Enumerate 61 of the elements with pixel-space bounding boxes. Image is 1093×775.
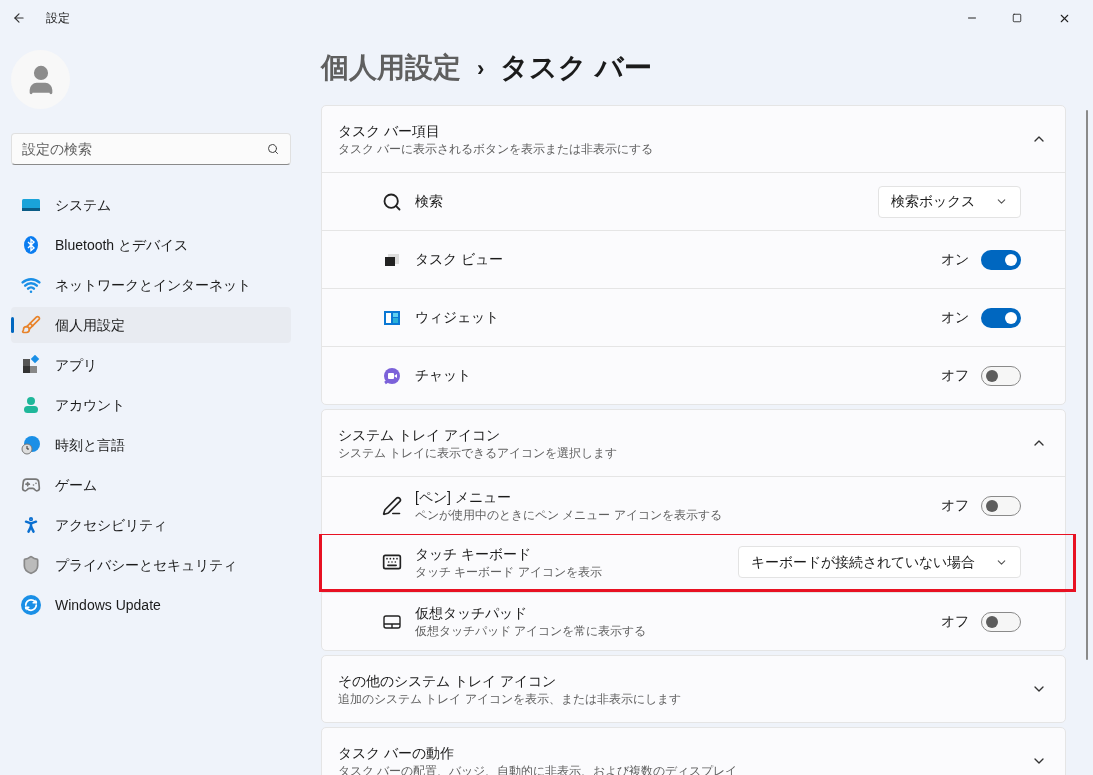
shield-icon	[21, 555, 41, 575]
setting-description: ペンが使用中のときにペン メニュー アイコンを表示する	[415, 507, 723, 523]
toggle-state-label: オフ	[941, 366, 969, 385]
search-icon	[267, 143, 279, 155]
chat-icon	[382, 365, 402, 386]
section-title: タスク バー項目	[338, 121, 441, 141]
breadcrumb-separator: ›	[477, 54, 485, 83]
breadcrumb-parent[interactable]: 個人用設定	[321, 47, 461, 89]
nav-item[interactable]: 個人用設定	[11, 307, 291, 343]
apps-icon	[21, 355, 41, 375]
keyboard-icon	[382, 552, 402, 572]
nav-item[interactable]: 時刻と言語	[11, 427, 291, 463]
update-icon	[21, 595, 41, 615]
page-title: タスク バー	[500, 51, 653, 85]
toggle-switch[interactable]	[981, 365, 1021, 386]
toggle-state-label: オン	[941, 250, 969, 269]
setting-label: タッチ キーボード	[415, 544, 532, 564]
nav-item[interactable]: システム	[11, 187, 291, 223]
nav-item[interactable]: ネットワークとインターネット	[11, 267, 291, 303]
toggle-switch[interactable]	[981, 495, 1021, 516]
toggle-switch[interactable]	[981, 611, 1021, 632]
nav-item[interactable]: アクセシビリティ	[11, 507, 291, 543]
nav-item[interactable]: Windows Update	[11, 587, 291, 623]
setting-label: 仮想タッチパッド	[415, 604, 528, 623]
setting-description: 仮想タッチパッド アイコンを常に表示する	[415, 623, 648, 639]
toggle-state-label: オン	[941, 308, 969, 327]
search-field[interactable]: 設定の検索	[11, 133, 291, 165]
dropdown[interactable]: キーボードが接続されていない場合	[738, 546, 1021, 578]
toggle-switch[interactable]	[981, 307, 1021, 328]
nav-item[interactable]: プライバシーとセキュリティ	[11, 547, 291, 583]
globe-clock-icon	[21, 435, 41, 455]
paintbrush-icon	[21, 315, 41, 335]
setting-description: タッチ キーボード アイコンを表示	[415, 563, 603, 580]
section-title: システム トレイ アイコン	[338, 425, 501, 445]
section-description: システム トレイに表示できるアイコンを選択します	[338, 444, 619, 461]
maximize-icon[interactable]	[1012, 13, 1022, 23]
nav-item[interactable]: アプリ	[11, 347, 291, 383]
window-title: 設定	[46, 10, 70, 27]
setting-label: タスク ビュー	[415, 250, 504, 269]
section-title: タスク バーの動作	[338, 743, 455, 763]
nav-item[interactable]: ゲーム	[11, 467, 291, 503]
toggle-state-label: オフ	[941, 612, 969, 631]
pen-icon	[382, 495, 402, 516]
setting-label: チャット	[415, 366, 472, 385]
setting-label: ウィジェット	[415, 308, 500, 327]
nav-item[interactable]: アカウント	[11, 387, 291, 423]
person-icon	[21, 395, 41, 415]
wifi-icon	[21, 275, 41, 295]
setting-label: [ペン] メニュー	[415, 488, 512, 507]
toggle-state-label: オフ	[941, 496, 969, 515]
section-description: タスク バーに表示されるボタンを表示または非表示にする	[338, 140, 655, 157]
search-icon	[382, 191, 402, 212]
toggle-switch[interactable]	[981, 249, 1021, 270]
nav-item[interactable]: Bluetooth とデバイス	[11, 227, 291, 263]
section-title: その他のシステム トレイ アイコン	[338, 671, 557, 691]
setting-label: 検索	[415, 192, 444, 211]
bluetooth-icon	[21, 235, 41, 255]
gamepad-icon	[21, 475, 41, 495]
scrollbar[interactable]	[1086, 110, 1088, 660]
dropdown[interactable]: 検索ボックス	[878, 185, 1021, 218]
section-description: 追加のシステム トレイ アイコンを表示、または非表示にします	[338, 690, 682, 707]
